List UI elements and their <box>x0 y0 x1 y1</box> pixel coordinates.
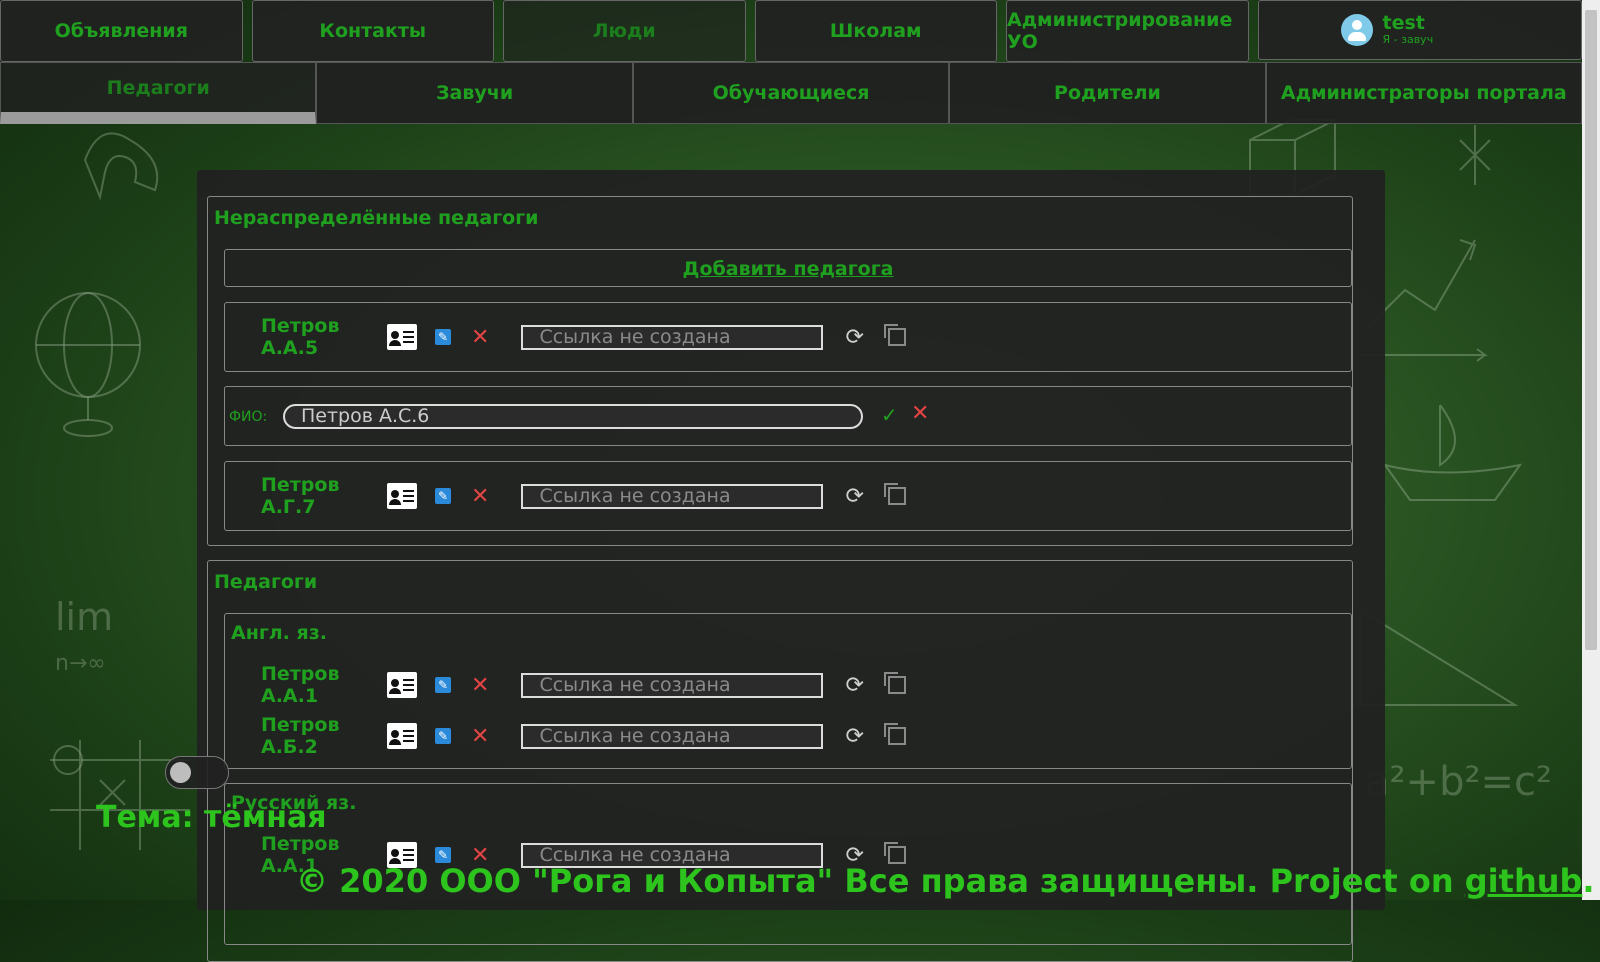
nav-schools[interactable]: Школам <box>754 0 997 62</box>
scrollbar-thumb[interactable] <box>1585 10 1597 650</box>
main-panel: Нераспределённые педагоги Добавить педаг… <box>197 170 1385 962</box>
cancel-icon[interactable]: ✕ <box>911 401 929 426</box>
edit-icon[interactable]: ✎ <box>435 847 451 863</box>
tab-portal-admins[interactable]: Администраторы портала <box>1265 62 1583 124</box>
theme-label: Тема: тёмная <box>96 800 327 835</box>
footer-text: © 2020 ООО "Рога и Копыта" Все права защ… <box>296 862 1465 900</box>
github-link[interactable]: github <box>1465 862 1583 900</box>
toggle-knob <box>170 762 191 783</box>
refresh-icon[interactable]: ⟳ <box>845 673 863 698</box>
unassigned-section: Нераспределённые педагоги Добавить педаг… <box>207 196 1353 546</box>
subject-name: Англ. яз. <box>231 622 327 644</box>
link-field[interactable]: Ссылка не создана <box>521 672 824 698</box>
tab-teachers[interactable]: Педагоги <box>0 62 317 124</box>
id-card-icon[interactable] <box>387 723 417 749</box>
subject-card: Англ. яз. Петров А.А.1 ✎ ✕ Ссылка не соз… <box>224 613 1352 769</box>
tab-parents[interactable]: Родители <box>949 62 1266 124</box>
fio-input[interactable]: Петров А.С.6 <box>283 404 863 429</box>
tab-head-teachers[interactable]: Завучи <box>316 62 633 124</box>
id-card-icon[interactable] <box>387 672 417 698</box>
delete-icon[interactable]: ✕ <box>471 484 489 509</box>
footer: © 2020 ООО "Рога и Копыта" Все права защ… <box>296 862 1595 900</box>
tab-students[interactable]: Обучающиеся <box>632 62 950 124</box>
link-field[interactable]: Ссылка не создана <box>521 483 824 509</box>
id-card-icon[interactable] <box>387 324 417 350</box>
svg-text:lim: lim <box>55 595 113 639</box>
copy-icon[interactable] <box>883 324 906 346</box>
delete-icon[interactable]: ✕ <box>471 724 489 749</box>
nav-contacts[interactable]: Контакты <box>251 0 494 62</box>
section-title: Педагоги <box>214 571 318 593</box>
link-field[interactable]: Ссылка не создана <box>521 723 824 749</box>
teachers-section: Педагоги Англ. яз. Петров А.А.1 ✎ ✕ Ссыл… <box>207 560 1353 962</box>
refresh-icon[interactable]: ⟳ <box>845 724 863 749</box>
teacher-row: Петров А.Г.7 ✎ ✕ Ссылка не создана ⟳ <box>261 474 906 518</box>
user-menu[interactable]: test Я - завуч <box>1257 0 1582 60</box>
user-name: test <box>1382 12 1425 34</box>
delete-icon[interactable]: ✕ <box>471 325 489 350</box>
copy-icon[interactable] <box>883 672 906 694</box>
top-navigation: Объявления Контакты Люди Школам Админист… <box>0 0 1582 62</box>
edit-icon[interactable]: ✎ <box>435 329 451 345</box>
teacher-card: Петров А.А.5 ✎ ✕ Ссылка не создана ⟳ <box>224 302 1352 372</box>
refresh-icon[interactable]: ⟳ <box>845 325 863 350</box>
section-title: Нераспределённые педагоги <box>214 207 539 229</box>
svg-text:n→∞: n→∞ <box>55 651 106 676</box>
id-card-icon[interactable] <box>387 483 417 509</box>
teacher-name: Петров А.А.5 <box>261 315 340 359</box>
avatar-icon <box>1340 14 1373 46</box>
teacher-card: Петров А.Г.7 ✎ ✕ Ссылка не создана ⟳ <box>224 461 1352 531</box>
sub-navigation: Педагоги Завучи Обучающиеся Родители Адм… <box>0 62 1583 124</box>
nav-announcements[interactable]: Объявления <box>0 0 243 62</box>
link-field[interactable]: Ссылка не создана <box>521 324 824 350</box>
refresh-icon[interactable]: ⟳ <box>845 484 863 509</box>
add-teacher-link[interactable]: Добавить педагога <box>225 258 1351 280</box>
theme-toggle[interactable] <box>165 756 229 789</box>
teacher-row: Петров А.А.1 ✎ ✕ Ссылка не создана ⟳ <box>261 663 906 707</box>
teacher-name: Петров А.А.1 <box>261 663 340 707</box>
teacher-row: Петров А.Б.2 ✎ ✕ Ссылка не создана ⟳ <box>261 714 906 758</box>
footer-end: . <box>1582 862 1595 900</box>
fio-label: ФИО: <box>229 409 268 425</box>
teacher-row: Петров А.А.5 ✎ ✕ Ссылка не создана ⟳ <box>261 315 906 359</box>
teacher-name: Петров А.Б.2 <box>261 714 340 758</box>
copy-icon[interactable] <box>883 483 906 505</box>
delete-icon[interactable]: ✕ <box>471 673 489 698</box>
edit-icon[interactable]: ✎ <box>435 488 451 504</box>
svg-text:a²+b²=c²: a²+b²=c² <box>1365 759 1552 805</box>
nav-people[interactable]: Люди <box>503 0 746 62</box>
add-teacher-card: Добавить педагога <box>224 249 1352 287</box>
confirm-icon[interactable]: ✓ <box>881 403 898 427</box>
edit-icon[interactable]: ✎ <box>435 728 451 744</box>
nav-administration[interactable]: Администрирование УО <box>1006 0 1249 62</box>
edit-icon[interactable]: ✎ <box>435 677 451 693</box>
user-role: Я - завуч <box>1382 33 1434 46</box>
copy-icon[interactable] <box>883 723 906 745</box>
teacher-name: Петров А.Г.7 <box>261 474 340 518</box>
edit-teacher-card: ФИО: Петров А.С.6 ✓ ✕ <box>224 386 1352 446</box>
